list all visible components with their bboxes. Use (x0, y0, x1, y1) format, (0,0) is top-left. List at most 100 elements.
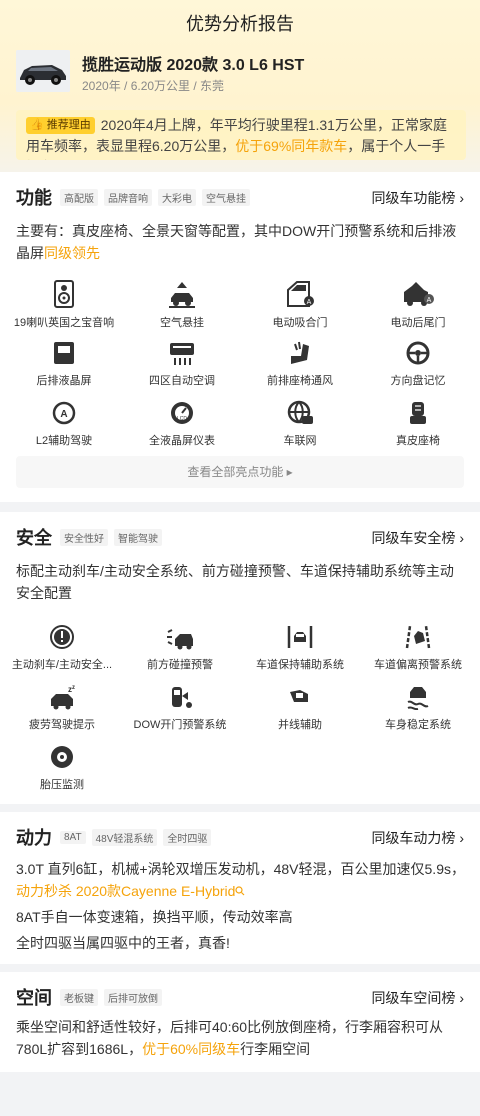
feature-item[interactable]: 四区自动空调 (122, 340, 242, 400)
function-tag: 大彩电 (158, 188, 196, 206)
feature-label: 四区自动空调 (149, 375, 215, 387)
power-highlight-link[interactable]: 动力秒杀 2020款Cayenne E-Hybrid (16, 883, 235, 899)
search-icon[interactable] (235, 886, 245, 896)
power-header: 动力 8AT 48V轻混系统 全时四驱 (16, 824, 217, 850)
space-title: 空间 (16, 988, 52, 1008)
power-section: 动力 8AT 48V轻混系统 全时四驱 同级车动力榜 › 3.0T 直列6缸，机… (0, 812, 480, 964)
function-tag: 高配版 (60, 188, 98, 206)
safety-title: 安全 (16, 528, 52, 548)
feature-item[interactable]: 19喇叭英国之宝音响 (4, 280, 124, 340)
feature-item[interactable]: zz 疲劳驾驶提示 (2, 684, 122, 744)
feature-label: DOW开门预警系统 (133, 719, 227, 731)
climate-icon (170, 343, 194, 365)
space-paragraph: 乘坐空间和舒适性较好，后排可40:60比例放倒座椅，行李厢容积可从780L扩容到… (16, 1016, 466, 1060)
svg-text:z: z (72, 685, 75, 691)
space-text-after: 行李厢空间 (240, 1041, 311, 1057)
feature-label: 电动吸合门 (272, 317, 328, 329)
feature-label: 车身稳定系统 (385, 719, 451, 731)
recommend-highlight: 优于69%同年款车 (235, 138, 348, 154)
report-header: 优势分析报告 揽胜运动版 2020款 3.0 L6 HST 2020年 / 6.… (0, 0, 480, 172)
tire-pressure-icon (51, 746, 73, 768)
feature-item[interactable]: 车联网 (240, 400, 360, 460)
function-section: 功能 高配版 品牌音响 大彩电 空气悬挂 同级车功能榜 › 主要有：真皮座椅、全… (0, 172, 480, 502)
power-title: 动力 (16, 828, 52, 848)
feature-label: 车道偏离预警系统 (374, 659, 462, 671)
safety-desc: 标配主动刹车/主动安全系统、前方碰撞预警、车道保持辅助系统等主动安全配置 (16, 563, 454, 601)
feature-item[interactable]: 胎压监测 (2, 744, 122, 804)
power-tailgate-icon: A (404, 282, 434, 306)
function-title: 功能 (16, 188, 52, 208)
feature-item[interactable]: 空气悬挂 (122, 280, 242, 340)
recommend-tag: 👍 推荐理由 (26, 117, 95, 134)
feature-label: L2辅助驾驶 (35, 435, 93, 447)
steering-memory-icon (406, 341, 430, 365)
feature-item[interactable]: A L2辅助驾驶 (4, 400, 124, 460)
feature-item[interactable]: 并线辅助 (240, 684, 360, 744)
lane-keep-icon (287, 626, 313, 648)
feature-label: 疲劳驾驶提示 (29, 719, 95, 731)
feature-label: 真皮座椅 (396, 435, 440, 447)
svg-text:A: A (307, 299, 312, 306)
dow-icon (172, 687, 192, 708)
feature-item[interactable]: 车道偏离预警系统 (358, 624, 478, 684)
recommend-tag-label: 推荐理由 (46, 119, 91, 131)
power-tag: 8AT (60, 830, 86, 844)
leather-seat-icon (410, 402, 426, 424)
power-door-icon: A (287, 281, 314, 307)
feature-item[interactable]: A 电动吸合门 (240, 280, 360, 340)
function-tag: 空气悬挂 (202, 188, 250, 206)
feature-label: 车道保持辅助系统 (256, 659, 344, 671)
power-rank-link[interactable]: 同级车动力榜 › (371, 828, 464, 848)
lcd-cluster-icon: LCD (171, 402, 193, 424)
feature-item[interactable]: 后排液晶屏 (4, 340, 124, 400)
space-tag: 后排可放倒 (104, 988, 162, 1006)
recommend-box: 👍 推荐理由 2020年4月上牌，年平均行驶里程1.31万公里，正常家庭用车频率，… (16, 110, 466, 160)
air-suspension-icon (169, 282, 195, 308)
feature-item[interactable]: 车身稳定系统 (358, 684, 478, 744)
feature-item[interactable]: 车道保持辅助系统 (240, 624, 360, 684)
feature-label: 电动后尾门 (390, 317, 446, 329)
feature-item[interactable]: 主动刹车/主动安全... (2, 624, 122, 684)
rear-screen-icon (54, 342, 74, 364)
safety-tag: 安全性好 (60, 528, 108, 546)
feature-label: 后排液晶屏 (36, 375, 92, 387)
space-rank-link[interactable]: 同级车空间榜 › (371, 988, 464, 1008)
speaker-icon (54, 280, 74, 308)
power-text: 3.0T 直列6缸，机械+涡轮双增压发动机，48V轻混，百公里加速仅5.9s， (16, 861, 465, 877)
car-name: 揽胜运动版 2020款 3.0 L6 HST (82, 57, 305, 74)
space-highlight: 优于60%同级车 (142, 1041, 241, 1057)
feature-item[interactable]: 前排座椅通风 (240, 340, 360, 400)
safety-rank-link[interactable]: 同级车安全榜 › (371, 528, 464, 548)
car-thumbnail[interactable] (16, 50, 70, 92)
fatigue-icon: zz (51, 685, 75, 710)
function-rank-link[interactable]: 同级车功能榜 › (371, 188, 464, 208)
feature-label: 19喇叭英国之宝音响 (13, 317, 115, 329)
power-paragraph: 3.0T 直列6缸，机械+涡轮双增压发动机，48V轻混，百公里加速仅5.9s， 动… (16, 858, 466, 902)
l2-assist-icon: A (52, 401, 76, 425)
power-paragraph-transmission: 8AT手自一体变速箱，换挡平顺，传动效率高 (16, 909, 293, 925)
feature-item[interactable]: 方向盘记忆 (358, 340, 478, 400)
feature-label: 车联网 (283, 435, 317, 447)
feature-label: 空气悬挂 (160, 317, 204, 329)
feature-label: 前排座椅通风 (267, 375, 333, 387)
feature-item[interactable]: LCD 全液晶屏仪表 (122, 400, 242, 460)
svg-text:LCD: LCD (177, 416, 187, 422)
svg-text:A: A (60, 409, 67, 420)
safety-section: 安全 安全性好 智能驾驶 同级车安全榜 › 标配主动刹车/主动安全系统、前方碰撞… (0, 512, 480, 804)
view-all-features-button[interactable]: 查看全部亮点功能 ▸ (16, 456, 464, 488)
page-title: 优势分析报告 (186, 14, 294, 34)
safety-header: 安全 安全性好 智能驾驶 (16, 524, 168, 550)
stability-icon (407, 687, 429, 710)
svg-text:A: A (427, 297, 432, 304)
feature-item[interactable]: 真皮座椅 (358, 400, 478, 460)
lane-departure-icon (405, 625, 431, 649)
feature-item[interactable]: A 电动后尾门 (358, 280, 478, 340)
function-header: 功能 高配版 品牌音响 大彩电 空气悬挂 (16, 184, 256, 210)
blind-spot-icon (290, 690, 308, 702)
safety-tag: 智能驾驶 (114, 528, 162, 546)
feature-label: 胎压监测 (40, 779, 84, 791)
feature-item[interactable]: DOW开门预警系统 (120, 684, 240, 744)
function-desc: 主要有：真皮座椅、全景天窗等配置，其中DOW开门预警系统和后排液晶屏同级领先 (16, 220, 466, 264)
feature-item[interactable]: 前方碰撞预警 (120, 624, 240, 684)
space-section: 空间 老板键 后排可放倒 同级车空间榜 › 乘坐空间和舒适性较好，后排可40:6… (0, 972, 480, 1072)
